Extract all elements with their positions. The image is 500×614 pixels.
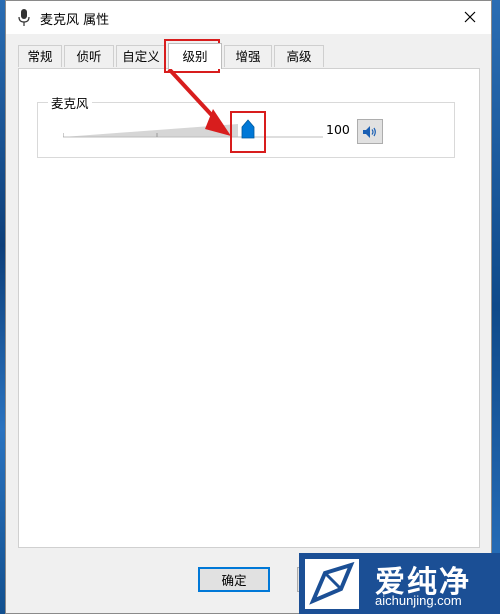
levels-panel: 麦克风 100	[18, 68, 480, 548]
tab-advanced[interactable]: 高级	[274, 45, 324, 67]
microphone-icon	[18, 9, 30, 26]
tab-levels[interactable]: 级别	[168, 43, 222, 69]
watermark-logo-icon	[309, 561, 355, 605]
annotation-arrow	[167, 67, 231, 136]
close-icon	[464, 11, 476, 23]
desktop-background-right	[492, 0, 500, 614]
window-title: 麦克风 属性	[40, 13, 110, 28]
watermark-url: aichunjing.com	[375, 593, 462, 608]
close-button[interactable]	[455, 4, 485, 30]
microphone-properties-dialog: 麦克风 属性 常规 侦听 自定义 级别 增强 高级 麦克风 100 确定	[5, 0, 492, 614]
tab-general[interactable]: 常规	[18, 45, 62, 67]
microphone-level-label: 麦克风	[48, 93, 92, 112]
speaker-icon	[363, 125, 376, 138]
watermark-logo	[305, 559, 359, 609]
watermark: 爱纯净 aichunjing.com	[299, 553, 500, 614]
title-bar: 麦克风 属性	[6, 1, 491, 34]
ok-button[interactable]: 确定	[198, 567, 270, 592]
tab-custom[interactable]: 自定义	[116, 45, 166, 67]
mute-button[interactable]	[357, 119, 383, 144]
tab-listen[interactable]: 侦听	[64, 45, 114, 67]
volume-value: 100	[326, 122, 350, 137]
